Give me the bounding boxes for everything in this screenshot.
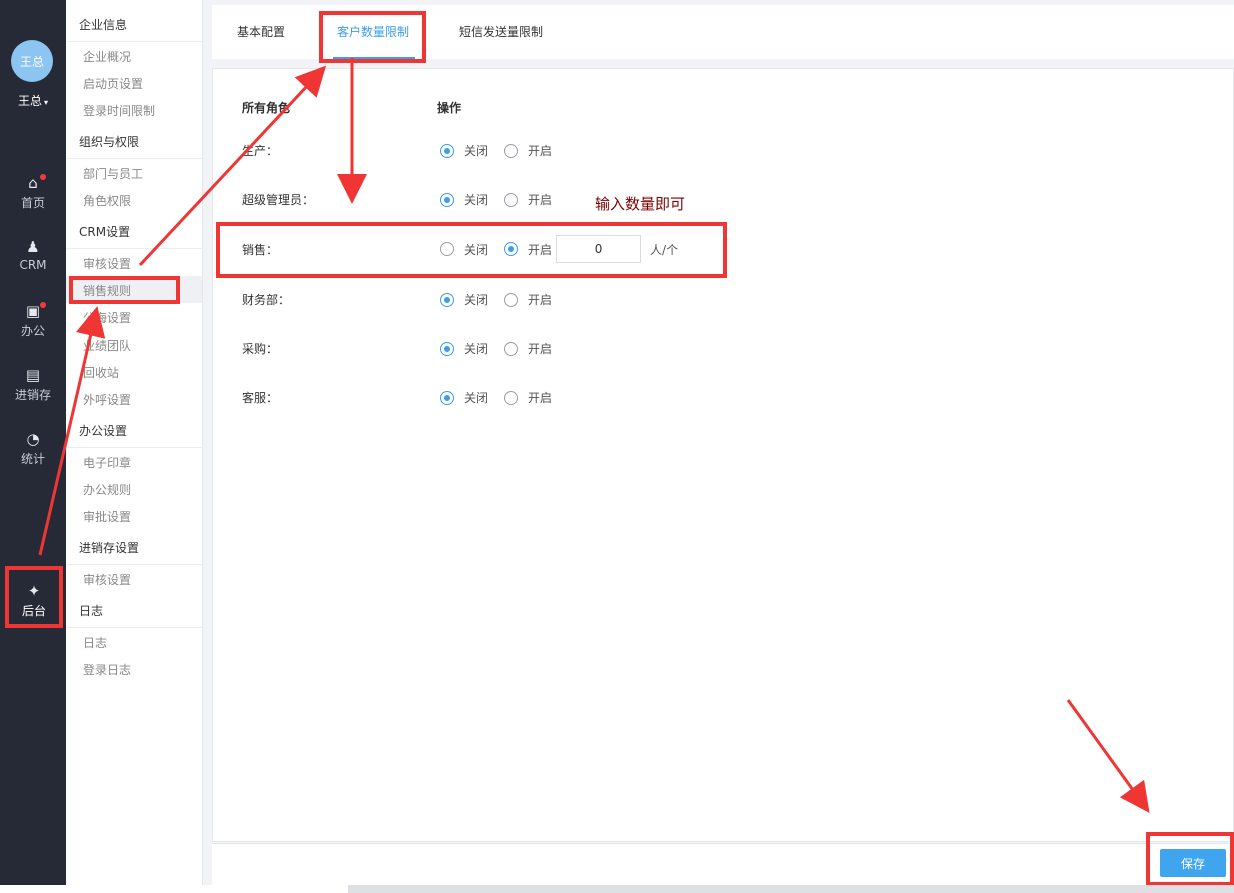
divider [66,158,202,159]
highlight-box [216,222,727,278]
briefcase-icon: ▣ [0,300,66,322]
contacts-icon: ♟ [26,238,40,256]
user-name: 王总 [17,94,42,108]
submenu-group-title: 组织与权限 [79,135,140,149]
role-label: 超级管理员： [242,193,315,207]
footer-bar [212,843,1234,885]
radio-off[interactable] [440,341,454,356]
submenu-item[interactable]: 登录日志 [83,661,131,678]
submenu-group-title: 进销存设置 [79,541,140,555]
divider [66,41,202,42]
submenu-item[interactable]: 电子印章 [83,454,131,471]
role-radio-group: 关闭 开启 [440,340,568,357]
inventory-icon: ▤ [25,366,41,384]
submenu-item[interactable]: 办公规则 [83,481,131,498]
column-header-role: 所有角色 [242,101,291,115]
radio-on[interactable] [504,143,519,158]
radio-off[interactable] [440,192,454,207]
home-icon: ⌂ [0,172,66,194]
radio-on[interactable] [504,192,519,207]
tab-bar: 基本配置 客户数量限制 短信发送量限制 [212,5,1234,63]
highlight-box [1146,832,1234,886]
nav-item-home[interactable]: ⌂ 首页 [0,172,66,224]
radio-off[interactable] [440,292,454,307]
role-radio-group: 关闭 开启 [440,142,568,159]
submenu-item[interactable]: 启动页设置 [83,75,143,92]
role-label: 财务部： [242,293,291,307]
notification-dot [40,302,46,308]
submenu-group-title: 办公设置 [79,424,128,438]
left-nav: 王总 王总 ▾ ⌂ 首页 ♟ CRM ▣ 办公 ▤ 进销存 ◔ 统计 ✦ 后台 [0,0,66,893]
submenu-item[interactable]: 日志 [83,634,107,651]
user-name-dropdown[interactable]: 王总 ▾ [0,92,66,109]
divider [66,248,202,249]
submenu-item[interactable]: 业绩团队 [83,337,131,354]
radio-on[interactable] [504,292,519,307]
nav-item-stats[interactable]: ◔ 统计 [0,428,66,480]
submenu-item[interactable]: 回收站 [83,364,119,381]
submenu-group-title: CRM设置 [79,225,131,239]
nav-item-crm[interactable]: ♟ CRM [0,236,66,288]
pie-chart-icon: ◔ [26,430,40,448]
submenu-item[interactable]: 外呼设置 [83,391,131,408]
submenu-item[interactable]: 登录时间限制 [83,102,155,119]
notification-dot [40,174,46,180]
annotation-text: 输入数量即可 [595,195,686,213]
submenu-group-title: 企业信息 [79,18,128,32]
submenu-item[interactable]: 部门与员工 [83,165,143,182]
divider [66,564,202,565]
submenu-item[interactable]: 审核设置 [83,571,131,588]
role-label: 生产： [242,144,279,158]
submenu-item[interactable]: 审批设置 [83,508,131,525]
radio-off[interactable] [440,143,454,158]
role-radio-group: 关闭 开启 [440,191,568,208]
role-radio-group: 关闭 开启 [440,389,568,406]
submenu-group-title: 日志 [79,604,104,618]
radio-on[interactable] [504,341,519,356]
tab-basic-config[interactable]: 基本配置 [237,5,285,59]
submenu-item[interactable]: 角色权限 [83,192,131,209]
nav-item-backend[interactable]: ✦ 后台 [5,566,63,628]
settings-panel: 所有角色 操作 生产： 关闭 开启 超级管理员： 关闭 开启 输入数量即可 销售… [212,68,1234,842]
tab-sms-limit[interactable]: 短信发送量限制 [459,5,543,59]
radio-off[interactable] [440,390,454,405]
caret-down-icon: ▾ [44,98,49,107]
role-label: 客服： [242,391,279,405]
nav-item-inventory[interactable]: ▤ 进销存 [0,364,66,416]
submenu-item[interactable]: 公海设置 [83,309,131,326]
highlight-box [319,11,426,63]
highlight-box [69,276,180,304]
radio-on[interactable] [504,390,519,405]
scrollbar-thumb[interactable] [0,885,348,893]
submenu-item[interactable]: 企业概况 [83,48,131,65]
role-label: 采购： [242,342,279,356]
window-scrollbar[interactable] [0,885,1234,893]
divider [66,447,202,448]
settings-submenu: 企业信息 企业概况 启动页设置 登录时间限制 组织与权限 部门与员工 角色权限 … [66,0,203,893]
grid-icon: ✦ [27,582,41,600]
submenu-item[interactable]: 审核设置 [83,255,131,272]
avatar[interactable]: 王总 [11,40,53,82]
nav-item-office[interactable]: ▣ 办公 [0,300,66,352]
role-radio-group: 关闭 开启 [440,291,568,308]
divider [66,627,202,628]
column-header-action: 操作 [437,101,462,115]
